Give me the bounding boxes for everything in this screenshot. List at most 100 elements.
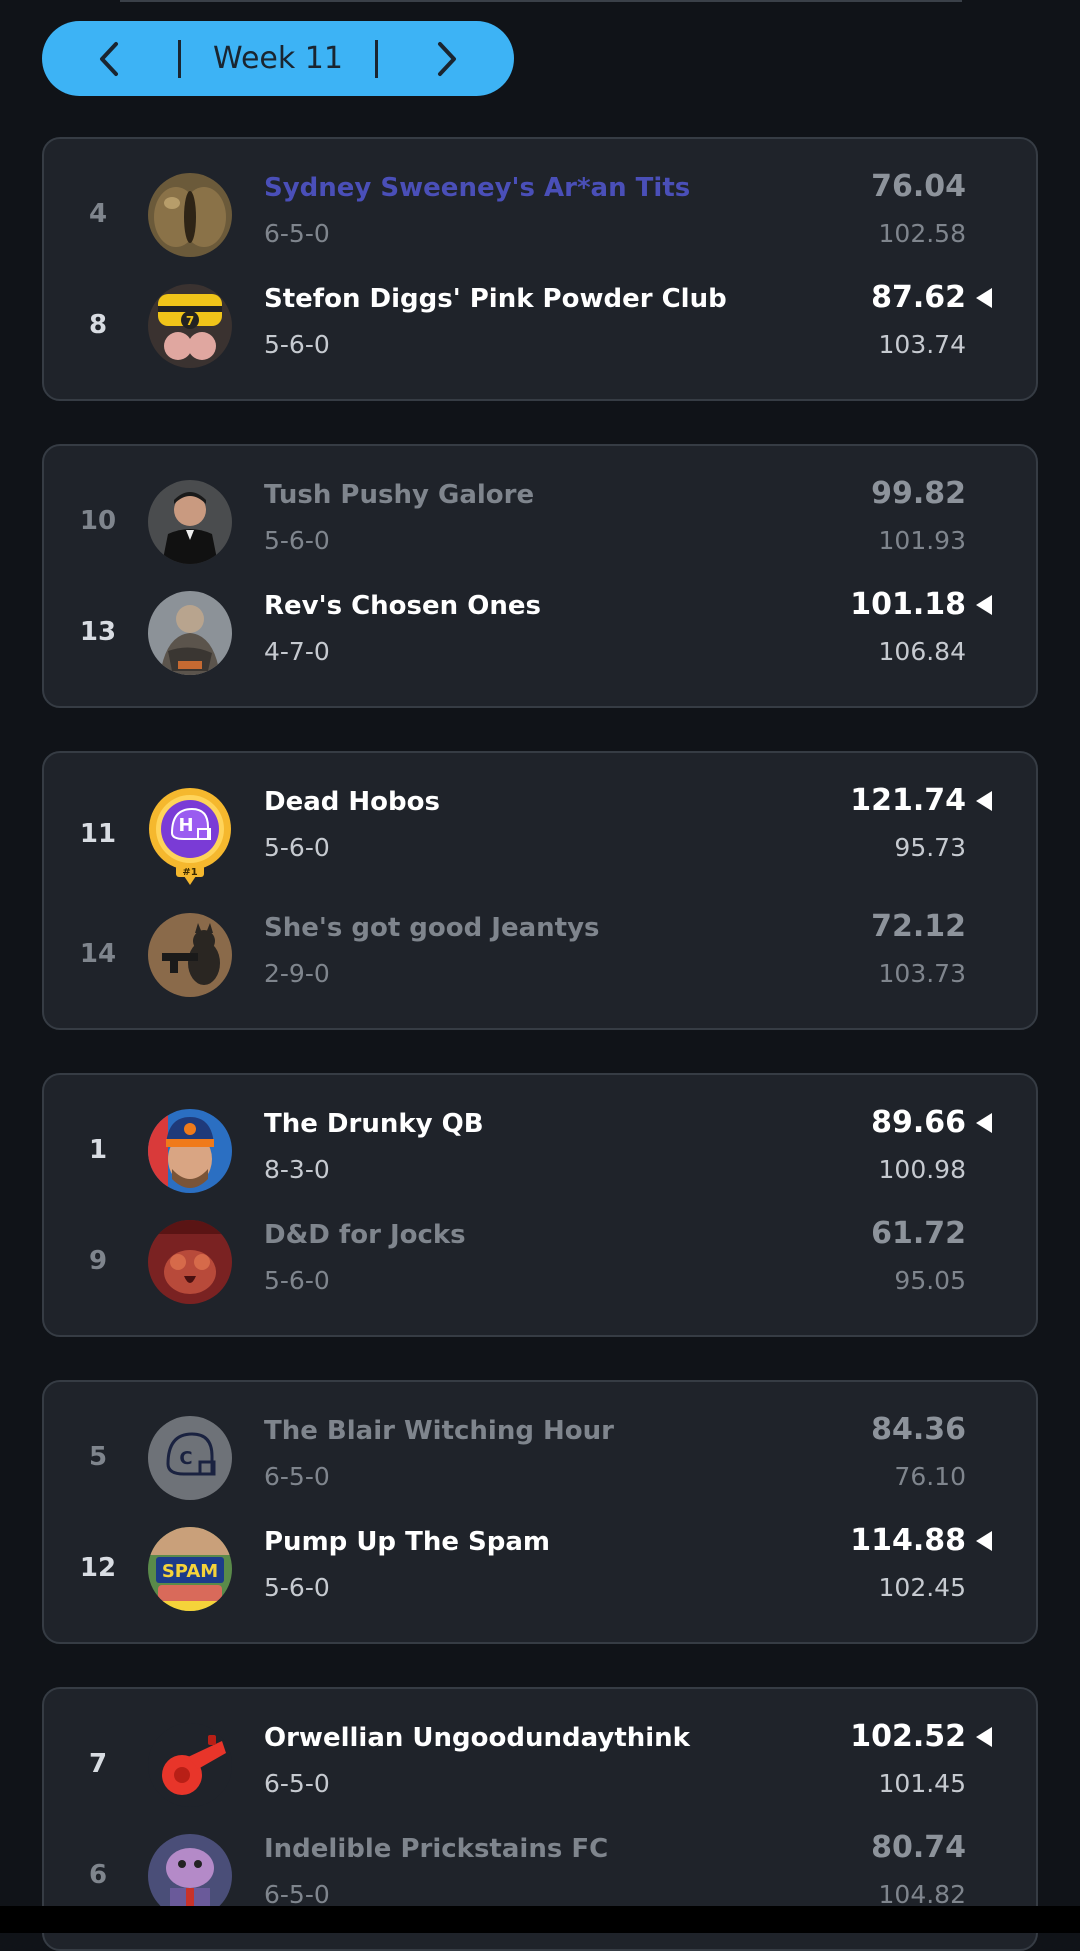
matchup-card[interactable]: 11 H #1 Dead Hobos 5-6-0 121.74 95.73 14 …	[42, 751, 1038, 1030]
team-record: 6-5-0	[264, 1880, 330, 1909]
team-row[interactable]: 7 Orwellian Ungoodundaythink 6-5-0 102.5…	[44, 1719, 1036, 1833]
team-name[interactable]: Dead Hobos	[264, 787, 440, 817]
team-record: 5-6-0	[264, 1266, 330, 1295]
team-score: 84.36	[871, 1412, 966, 1447]
team-rank: 1	[88, 1135, 108, 1165]
winner-arrow-icon	[976, 595, 992, 615]
team-name[interactable]: The Drunky QB	[264, 1109, 484, 1139]
eyeball-avatar	[148, 173, 232, 257]
team-record: 8-3-0	[264, 1155, 330, 1184]
chevron-left-icon	[100, 41, 118, 76]
team-record: 6-5-0	[264, 1769, 330, 1798]
team-rank: 9	[88, 1246, 108, 1276]
team-projected: 102.45	[878, 1573, 966, 1602]
team-projected: 100.98	[878, 1155, 966, 1184]
chevron-right-icon	[438, 41, 456, 76]
team-rank: 6	[88, 1860, 108, 1890]
team-record: 5-6-0	[264, 833, 330, 862]
team-name[interactable]: Rev's Chosen Ones	[264, 591, 541, 621]
svg-text:C: C	[179, 1448, 192, 1469]
team-row[interactable]: 8 7 Stefon Diggs' Pink Powder Club 5-6-0…	[44, 280, 1036, 394]
winner-arrow-icon	[976, 791, 992, 811]
team-rank: 4	[88, 199, 108, 229]
team-row[interactable]: 12 SPAM Pump Up The Spam 5-6-0 114.88 10…	[44, 1523, 1036, 1637]
team-rank: 14	[79, 939, 117, 969]
team-row[interactable]: 10 Tush Pushy Galore 5-6-0 99.82 101.93	[44, 476, 1036, 590]
svg-text:7: 7	[186, 314, 194, 328]
team-name[interactable]: Indelible Prickstains FC	[264, 1834, 608, 1864]
team-row[interactable]: 1 The Drunky QB 8-3-0 89.66 100.98	[44, 1105, 1036, 1219]
team-rank: 5	[88, 1442, 108, 1472]
team-score: 80.74	[871, 1830, 966, 1865]
team-record: 5-6-0	[264, 1573, 330, 1602]
matchup-card[interactable]: 4 Sydney Sweeney's Ar*an Tits 6-5-0 76.0…	[42, 137, 1038, 401]
team-score: 76.04	[871, 169, 966, 204]
team-row[interactable]: 11 H #1 Dead Hobos 5-6-0 121.74 95.73	[44, 783, 1036, 897]
team-score: 89.66	[871, 1105, 966, 1140]
champion-helmet-avatar: H #1	[148, 787, 232, 887]
team-row[interactable]: 9 D&D for Jocks 5-6-0 61.72 95.05	[44, 1216, 1036, 1330]
team-projected: 103.73	[878, 959, 966, 988]
poster-avatar	[148, 1220, 232, 1304]
team-name[interactable]: Tush Pushy Galore	[264, 480, 534, 510]
team-record: 6-5-0	[264, 219, 330, 248]
team-rank: 8	[88, 310, 108, 340]
matchup-card[interactable]: 1 The Drunky QB 8-3-0 89.66 100.98 9 D&D…	[42, 1073, 1038, 1337]
team-projected: 102.58	[878, 219, 966, 248]
team-record: 5-6-0	[264, 330, 330, 359]
top-divider	[120, 0, 962, 2]
team-score: 102.52	[850, 1719, 966, 1754]
whistle-avatar	[148, 1723, 232, 1807]
team-projected: 104.82	[878, 1880, 966, 1909]
man-beanie-avatar	[148, 1109, 232, 1193]
team-score: 101.18	[850, 587, 966, 622]
team-row[interactable]: 4 Sydney Sweeney's Ar*an Tits 6-5-0 76.0…	[44, 169, 1036, 283]
team-row[interactable]: 14 She's got good Jeantys 2-9-0 72.12 10…	[44, 909, 1036, 1023]
team-projected: 95.05	[894, 1266, 966, 1295]
prev-week-button[interactable]	[42, 21, 178, 96]
team-projected: 101.45	[878, 1769, 966, 1798]
team-projected: 95.73	[894, 833, 966, 862]
team-name[interactable]: Sydney Sweeney's Ar*an Tits	[264, 173, 690, 203]
matchup-card[interactable]: 5 C The Blair Witching Hour 6-5-0 84.36 …	[42, 1380, 1038, 1644]
winner-arrow-icon	[976, 1727, 992, 1747]
team-rank: 12	[79, 1553, 117, 1583]
team-projected: 103.74	[878, 330, 966, 359]
team-projected: 106.84	[878, 637, 966, 666]
team-name[interactable]: Orwellian Ungoodundaythink	[264, 1723, 690, 1753]
champion-badge: #1	[182, 867, 197, 878]
team-record: 2-9-0	[264, 959, 330, 988]
team-record: 6-5-0	[264, 1462, 330, 1491]
winner-arrow-icon	[976, 288, 992, 308]
painting-avatar	[148, 591, 232, 675]
team-row[interactable]: 5 C The Blair Witching Hour 6-5-0 84.36 …	[44, 1412, 1036, 1526]
next-week-button[interactable]	[378, 21, 514, 96]
team-name[interactable]: Pump Up The Spam	[264, 1527, 550, 1557]
team-rank: 7	[88, 1749, 108, 1779]
team-rank: 13	[79, 617, 117, 647]
team-score: 121.74	[850, 783, 966, 818]
team-score: 114.88	[850, 1523, 966, 1558]
team-row[interactable]: 13 Rev's Chosen Ones 4-7-0 101.18 106.84	[44, 587, 1036, 701]
cat-avatar	[148, 913, 232, 997]
team-projected: 101.93	[878, 526, 966, 555]
team-name[interactable]: D&D for Jocks	[264, 1220, 466, 1250]
team-score: 61.72	[871, 1216, 966, 1251]
svg-text:SPAM: SPAM	[162, 1561, 218, 1582]
spam-avatar: SPAM	[148, 1527, 232, 1611]
team-projected: 76.10	[894, 1462, 966, 1491]
team-rank: 11	[79, 819, 117, 849]
winner-arrow-icon	[976, 1113, 992, 1133]
team-name[interactable]: Stefon Diggs' Pink Powder Club	[264, 284, 727, 314]
team-name[interactable]: She's got good Jeantys	[264, 913, 600, 943]
spy-avatar	[148, 480, 232, 564]
team-rank: 10	[79, 506, 117, 536]
team-name[interactable]: The Blair Witching Hour	[264, 1416, 614, 1446]
winner-arrow-icon	[976, 1531, 992, 1551]
matchup-card[interactable]: 10 Tush Pushy Galore 5-6-0 99.82 101.93 …	[42, 444, 1038, 708]
team-score: 99.82	[871, 476, 966, 511]
bottom-bar	[0, 1906, 1080, 1933]
team-score: 72.12	[871, 909, 966, 944]
week-label: Week 11	[213, 41, 343, 76]
beanie-avatar: 7	[148, 284, 232, 368]
